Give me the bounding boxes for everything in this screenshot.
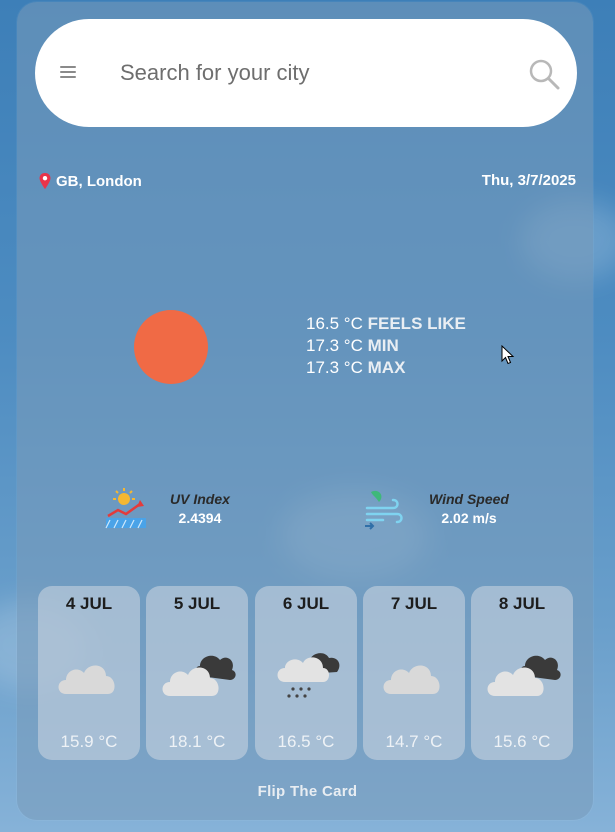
wind-speed-icon <box>365 490 403 530</box>
forecast-temp: 14.7 °C <box>385 732 443 751</box>
forecast-card: 4 JUL 15.9 °C <box>38 586 140 760</box>
forecast-card: 5 JUL 18.1 °C <box>146 586 248 760</box>
wind-speed-label: Wind Speed <box>429 490 509 507</box>
forecast-day: 8 JUL <box>498 594 546 613</box>
dark-cloud-icon <box>162 655 236 696</box>
search-icon[interactable] <box>528 58 560 90</box>
current-temperatures: 16.5 °C FEELS LIKE 17.3 °C MIN 17.3 °C M… <box>306 313 466 379</box>
current-date: Thu, 3/7/2025 <box>481 172 576 189</box>
forecast-temp: 18.1 °C <box>168 732 226 751</box>
mouse-cursor-icon <box>501 345 515 365</box>
uv-index-label: UV Index <box>170 490 230 507</box>
max-temp-row: 17.3 °C MAX <box>306 358 406 377</box>
feels-like-row: 16.5 °C FEELS LIKE <box>306 314 466 333</box>
location-text: GB, London <box>56 172 142 190</box>
search-input[interactable] <box>118 54 502 92</box>
location: GB, London <box>38 172 142 190</box>
forecast-temp: 15.6 °C <box>493 732 551 751</box>
dark-cloud-icon <box>487 655 561 696</box>
sun-icon <box>134 310 208 384</box>
forecast-card: 8 JUL 15.6 °C <box>471 586 573 760</box>
forecast-card: 7 JUL 14.7 °C <box>363 586 465 760</box>
uv-index-icon <box>105 488 146 529</box>
rain-cloud-icon <box>277 653 340 698</box>
cloud-icon <box>58 665 115 694</box>
uv-index-value: 2.4394 <box>178 509 222 526</box>
flip-card-button[interactable]: Flip The Card <box>0 783 615 800</box>
location-pin-icon <box>39 173 51 189</box>
wind-speed-stat: Wind Speed 2.02 m/s <box>363 486 509 530</box>
forecast-card: 6 JUL 16.5 °C <box>255 586 357 760</box>
cloud-icon <box>383 665 440 694</box>
min-temp-row: 17.3 °C MIN <box>306 336 399 355</box>
menu-icon[interactable] <box>60 66 76 80</box>
forecast-day: 4 JUL <box>65 594 113 613</box>
forecast-day: 6 JUL <box>282 594 330 613</box>
forecast-day: 5 JUL <box>173 594 221 613</box>
uv-index-stat: UV Index 2.4394 <box>104 486 230 530</box>
forecast-temp: 15.9 °C <box>60 732 118 751</box>
forecast-day: 7 JUL <box>390 594 438 613</box>
wind-speed-value: 2.02 m/s <box>441 509 497 526</box>
forecast-temp: 16.5 °C <box>277 732 335 751</box>
